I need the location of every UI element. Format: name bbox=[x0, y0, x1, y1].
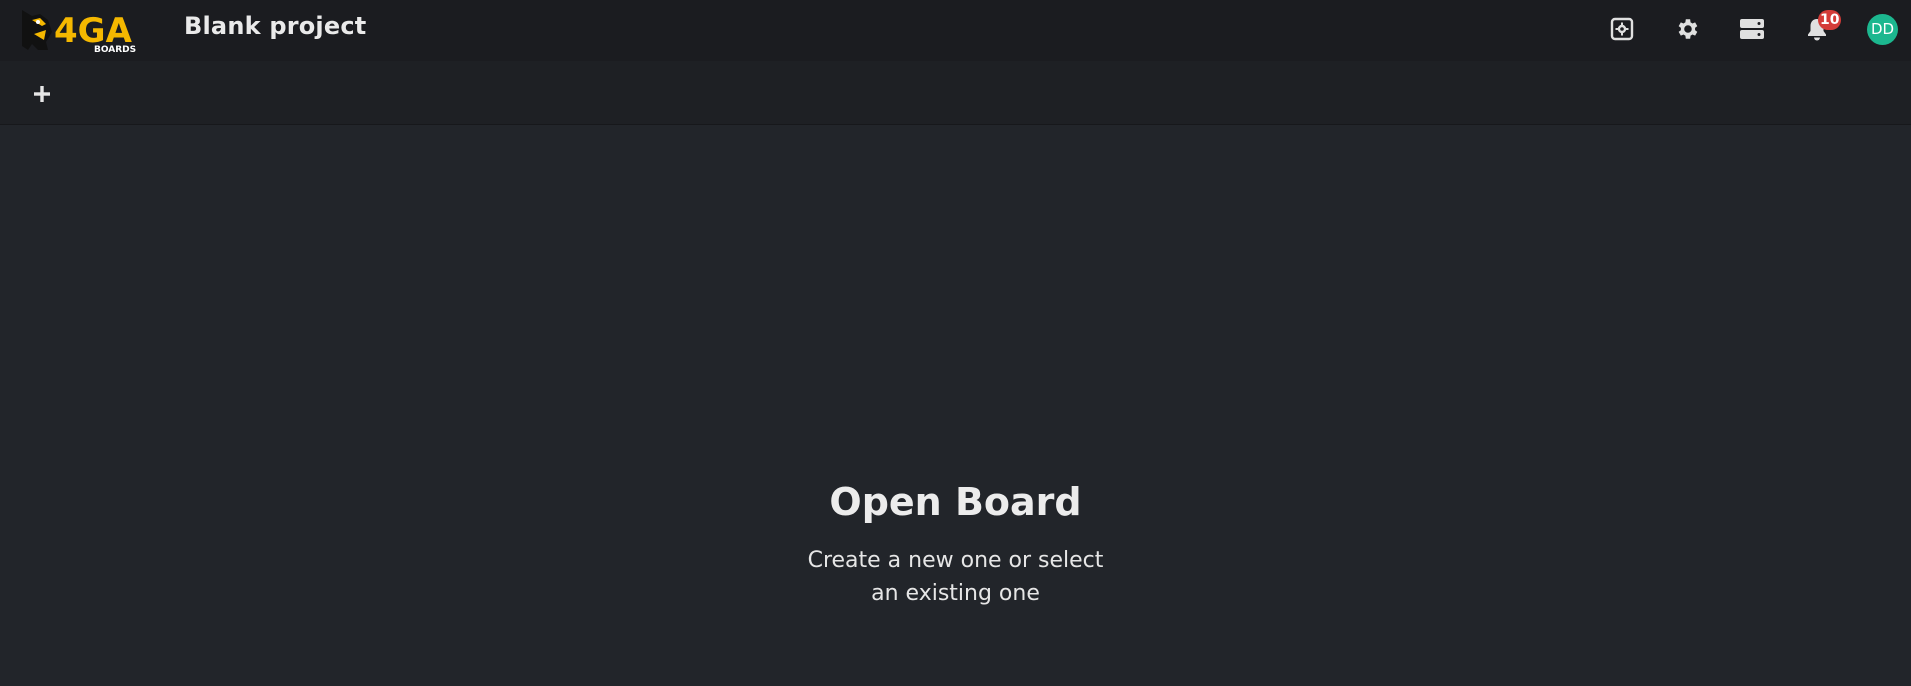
plus-icon bbox=[34, 86, 50, 102]
settings-square-icon[interactable] bbox=[1607, 14, 1637, 44]
logo-graphic: 4GA BOARDS bbox=[22, 10, 136, 55]
empty-state-title: Open Board bbox=[829, 480, 1082, 524]
top-bar: 4GA BOARDS Blank project 10 DD bbox=[0, 0, 1911, 61]
boards-bar bbox=[0, 61, 1911, 125]
server-icon[interactable] bbox=[1737, 14, 1767, 44]
logo-subtext: BOARDS bbox=[94, 45, 136, 54]
gear-icon[interactable] bbox=[1672, 14, 1702, 44]
app-logo[interactable]: 4GA BOARDS bbox=[18, 6, 148, 55]
project-title: Blank project bbox=[184, 12, 367, 40]
add-board-button[interactable] bbox=[28, 80, 56, 108]
bell-icon[interactable]: 10 bbox=[1802, 10, 1842, 44]
empty-state: Open Board Create a new one or select an… bbox=[0, 478, 1911, 610]
notification-count-badge: 10 bbox=[1818, 10, 1842, 30]
empty-state-description: Create a new one or select an existing o… bbox=[807, 548, 1104, 606]
user-avatar[interactable]: DD bbox=[1867, 14, 1898, 45]
